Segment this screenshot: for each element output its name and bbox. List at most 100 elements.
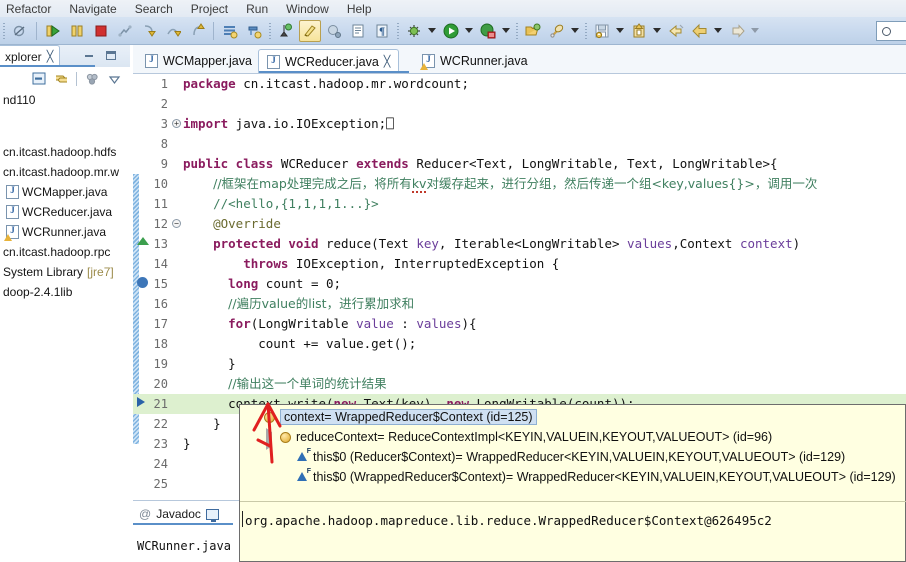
new-java-class-icon[interactable]: [219, 20, 241, 42]
tab-wcreducer-java[interactable]: WCReducer.java ╳: [258, 49, 409, 73]
minimize-view-button[interactable]: [82, 49, 96, 62]
back-dropdown-arrow[interactable]: [712, 20, 723, 42]
tree-item-hadoop-lib[interactable]: doop-2.4.1lib: [0, 282, 130, 302]
tree-item-package-rpc[interactable]: cn.itcast.hadoop.rpc: [0, 242, 130, 262]
toolbar-drag-handle[interactable]: [3, 22, 5, 39]
variable-row[interactable]: this$0 (WrappedReducer$Context)= Wrapped…: [240, 467, 906, 487]
code-line[interactable]: 2: [133, 94, 906, 114]
code-line[interactable]: 13 protected void reduce(Text key, Itera…: [133, 234, 906, 254]
code-line[interactable]: 8: [133, 134, 906, 154]
variable-row[interactable]: context= WrappedReducer$Context (id=125): [240, 407, 906, 427]
code-line[interactable]: 3 import java.io.IOException;⎕: [133, 114, 906, 134]
search-icon[interactable]: [546, 20, 568, 42]
expander-area[interactable]: [250, 412, 260, 422]
menu-item-navigate[interactable]: Navigate: [60, 2, 125, 16]
resume-icon[interactable]: [42, 20, 64, 42]
code-line[interactable]: 1 package cn.itcast.hadoop.mr.wordcount;: [133, 74, 906, 94]
show-source-icon[interactable]: [347, 20, 369, 42]
menu-item-search[interactable]: Search: [126, 2, 182, 16]
step-into-icon[interactable]: [138, 20, 160, 42]
code-line[interactable]: 17 for(LongWritable value : values){: [133, 314, 906, 334]
fold-collapse-icon[interactable]: [172, 219, 181, 228]
save-all-icon[interactable]: [628, 20, 650, 42]
menu-item-help[interactable]: Help: [338, 2, 381, 16]
debug-perspective-icon[interactable]: [275, 20, 297, 42]
expander-area[interactable]: [266, 428, 276, 450]
disconnect-icon[interactable]: [114, 20, 136, 42]
code-line[interactable]: 9 public class WCReducer extends Reducer<…: [133, 154, 906, 174]
close-icon[interactable]: ╳: [47, 50, 54, 63]
link-with-editor-icon[interactable]: [51, 69, 71, 88]
toggle-breakpoint-icon[interactable]: [9, 20, 31, 42]
variable-row[interactable]: reduceContext= ReduceContextImpl<KEYIN,V…: [240, 427, 906, 450]
save-dropdown-arrow[interactable]: [614, 20, 625, 42]
code-line[interactable]: 11 //<hello,{1,1,1,1...}>: [133, 194, 906, 214]
code-line[interactable]: 20 //输出这一个单词的统计结果: [133, 374, 906, 394]
code-line[interactable]: 18 count += value.get();: [133, 334, 906, 354]
menu-item-refactor[interactable]: Refactor: [0, 2, 60, 16]
open-type-icon[interactable]: [522, 20, 544, 42]
search-input[interactable]: [891, 25, 901, 37]
back-history-icon[interactable]: [689, 20, 711, 42]
save-all-dropdown-arrow[interactable]: [651, 20, 662, 42]
fold-expand-icon[interactable]: [172, 119, 181, 128]
step-return-icon[interactable]: [186, 20, 208, 42]
variable-detail-pane[interactable]: org.apache.hadoop.mapreduce.lib.reduce.W…: [240, 505, 906, 562]
suspend-icon[interactable]: [66, 20, 88, 42]
tree-item-wcrunner-java[interactable]: WCRunner.java: [0, 222, 130, 242]
open-task-icon[interactable]: [323, 20, 345, 42]
step-over-icon[interactable]: [162, 20, 184, 42]
code-line[interactable]: 19 }: [133, 354, 906, 374]
variables-inspect-popup[interactable]: context= WrappedReducer$Context (id=125)…: [239, 404, 906, 562]
forward-icon[interactable]: [726, 20, 748, 42]
new-java-project-icon[interactable]: [243, 20, 265, 42]
run-icon[interactable]: [440, 20, 462, 42]
maximize-view-button[interactable]: [104, 49, 118, 62]
declaration-view-icon[interactable]: [205, 508, 219, 522]
toolbar-drag-handle[interactable]: [397, 22, 399, 39]
toggle-mark-occurrences-icon[interactable]: [299, 19, 321, 42]
code-line[interactable]: 16 //遍历value的list，进行累加求和: [133, 294, 906, 314]
tree-item-project[interactable]: nd110: [0, 90, 130, 110]
code-line[interactable]: 10 //框架在map处理完成之后，将所有kv对缓存起来，进行分组，然后传递一个…: [133, 174, 906, 194]
tree-item-package-mr-wordcount[interactable]: cn.itcast.hadoop.mr.w: [0, 162, 130, 182]
collapse-all-icon[interactable]: [29, 69, 49, 88]
object-value-icon: [264, 411, 275, 423]
tree-item-jre-system-library[interactable]: System Library [jre7]: [0, 262, 130, 282]
tree-item-package-hdfs[interactable]: cn.itcast.hadoop.hdfs: [0, 142, 130, 162]
toolbar-drag-handle[interactable]: [269, 22, 271, 39]
run-dropdown-arrow[interactable]: [463, 20, 474, 42]
close-icon[interactable]: ╳: [384, 55, 391, 68]
code-text: //框架在map处理完成之后，将所有kv对缓存起来，进行分组，然后传递一个组<k…: [213, 176, 818, 193]
tab-wcrunner-java[interactable]: WCRunner.java: [414, 49, 536, 73]
back-icon[interactable]: [665, 20, 687, 42]
code-line[interactable]: 15 long count = 0;: [133, 274, 906, 294]
code-line[interactable]: 14 throws IOException, InterruptedExcept…: [133, 254, 906, 274]
filters-icon[interactable]: [82, 69, 102, 88]
terminate-icon[interactable]: [90, 20, 112, 42]
menu-item-project[interactable]: Project: [182, 2, 237, 16]
external-tools-dropdown-arrow[interactable]: [500, 20, 511, 42]
search-dropdown-arrow[interactable]: [569, 20, 580, 42]
show-whitespace-icon[interactable]: ¶: [371, 20, 393, 42]
code-line[interactable]: 12 @Override: [133, 214, 906, 234]
tree-item-wcmapper-java[interactable]: WCMapper.java: [0, 182, 130, 202]
tree-item-wcreducer-java[interactable]: WCReducer.java: [0, 202, 130, 222]
javadoc-tab-row[interactable]: @ Javadoc: [133, 503, 243, 525]
toolbar-drag-handle[interactable]: [585, 22, 587, 39]
menu-item-window[interactable]: Window: [277, 2, 338, 16]
tab-package-explorer[interactable]: xplorer ╳: [0, 45, 95, 67]
debug-icon[interactable]: [403, 20, 425, 42]
toolbar-drag-handle[interactable]: [516, 22, 518, 39]
tab-wcmapper-java[interactable]: WCMapper.java: [137, 49, 260, 73]
debug-dropdown-arrow[interactable]: [426, 20, 437, 42]
menu-item-run[interactable]: Run: [237, 2, 277, 16]
external-tools-icon[interactable]: [477, 20, 499, 42]
view-menu-icon[interactable]: [104, 69, 124, 88]
java-file-icon-with-warning: [4, 225, 19, 241]
save-icon[interactable]: [591, 20, 613, 42]
chevron-right-icon[interactable]: [266, 428, 272, 450]
variable-row[interactable]: this$0 (Reducer$Context)= WrappedReducer…: [240, 447, 906, 467]
quick-access-search[interactable]: [876, 21, 906, 41]
forward-dropdown-arrow[interactable]: [749, 20, 760, 42]
